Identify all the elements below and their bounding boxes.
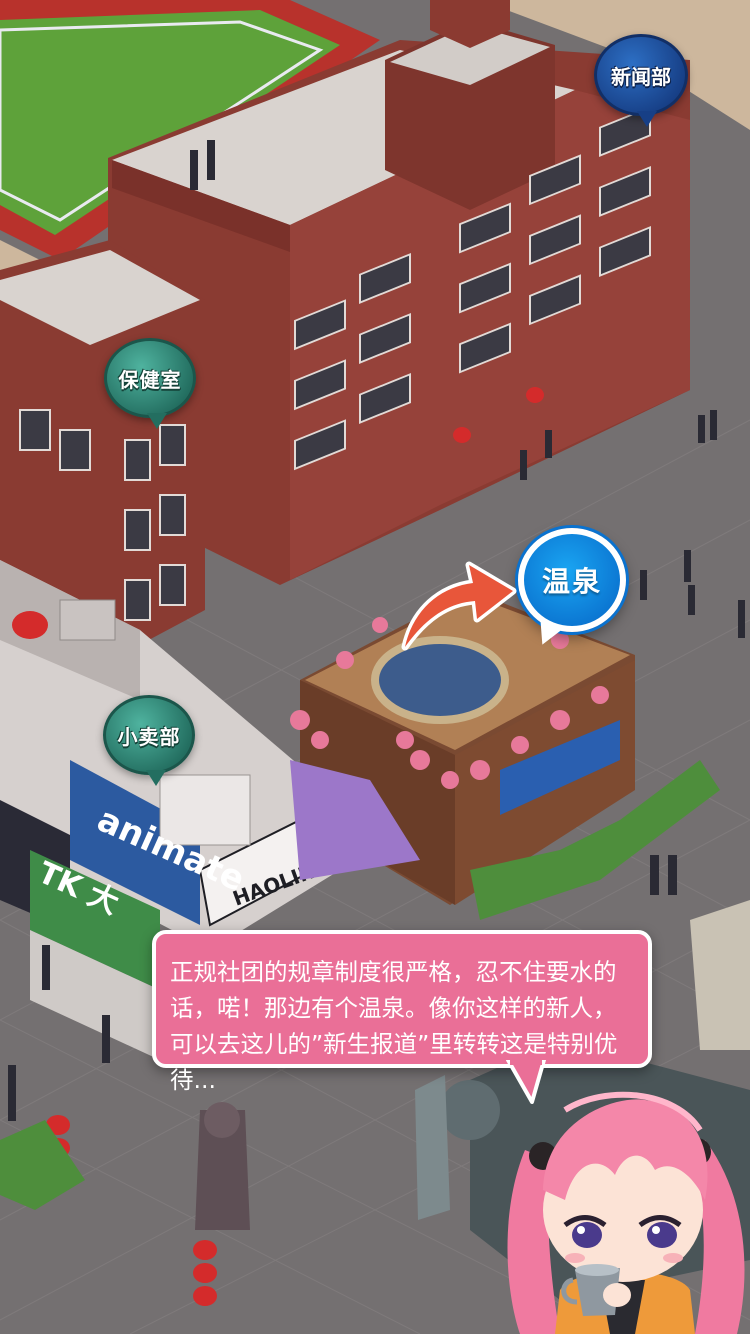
location-label: 小卖部 [117,724,181,749]
dialog-text: 正规社团的规章制度很严格，忍不住要水的话，喏！那边有个温泉。像你这样的新人，可以… [170,958,618,1094]
location-bubble-hot-spring[interactable]: 温泉 [518,528,626,650]
tutorial-arrow-icon [401,561,517,651]
guide-character-avatar[interactable] [505,1090,750,1334]
location-label: 新闻部 [611,64,671,89]
location-bubble-news-club[interactable]: 新闻部 [594,34,688,127]
location-bubble-infirmary[interactable]: 保健室 [104,338,196,429]
statue [195,1102,250,1230]
dialog-box[interactable]: 正规社团的规章制度很严格，忍不住要水的话，喏！那边有个温泉。像你这样的新人，可以… [152,930,652,1094]
location-label: 温泉 [541,565,602,598]
location-bubble-shop[interactable]: 小卖部 [103,695,195,786]
location-label: 保健室 [118,367,182,392]
